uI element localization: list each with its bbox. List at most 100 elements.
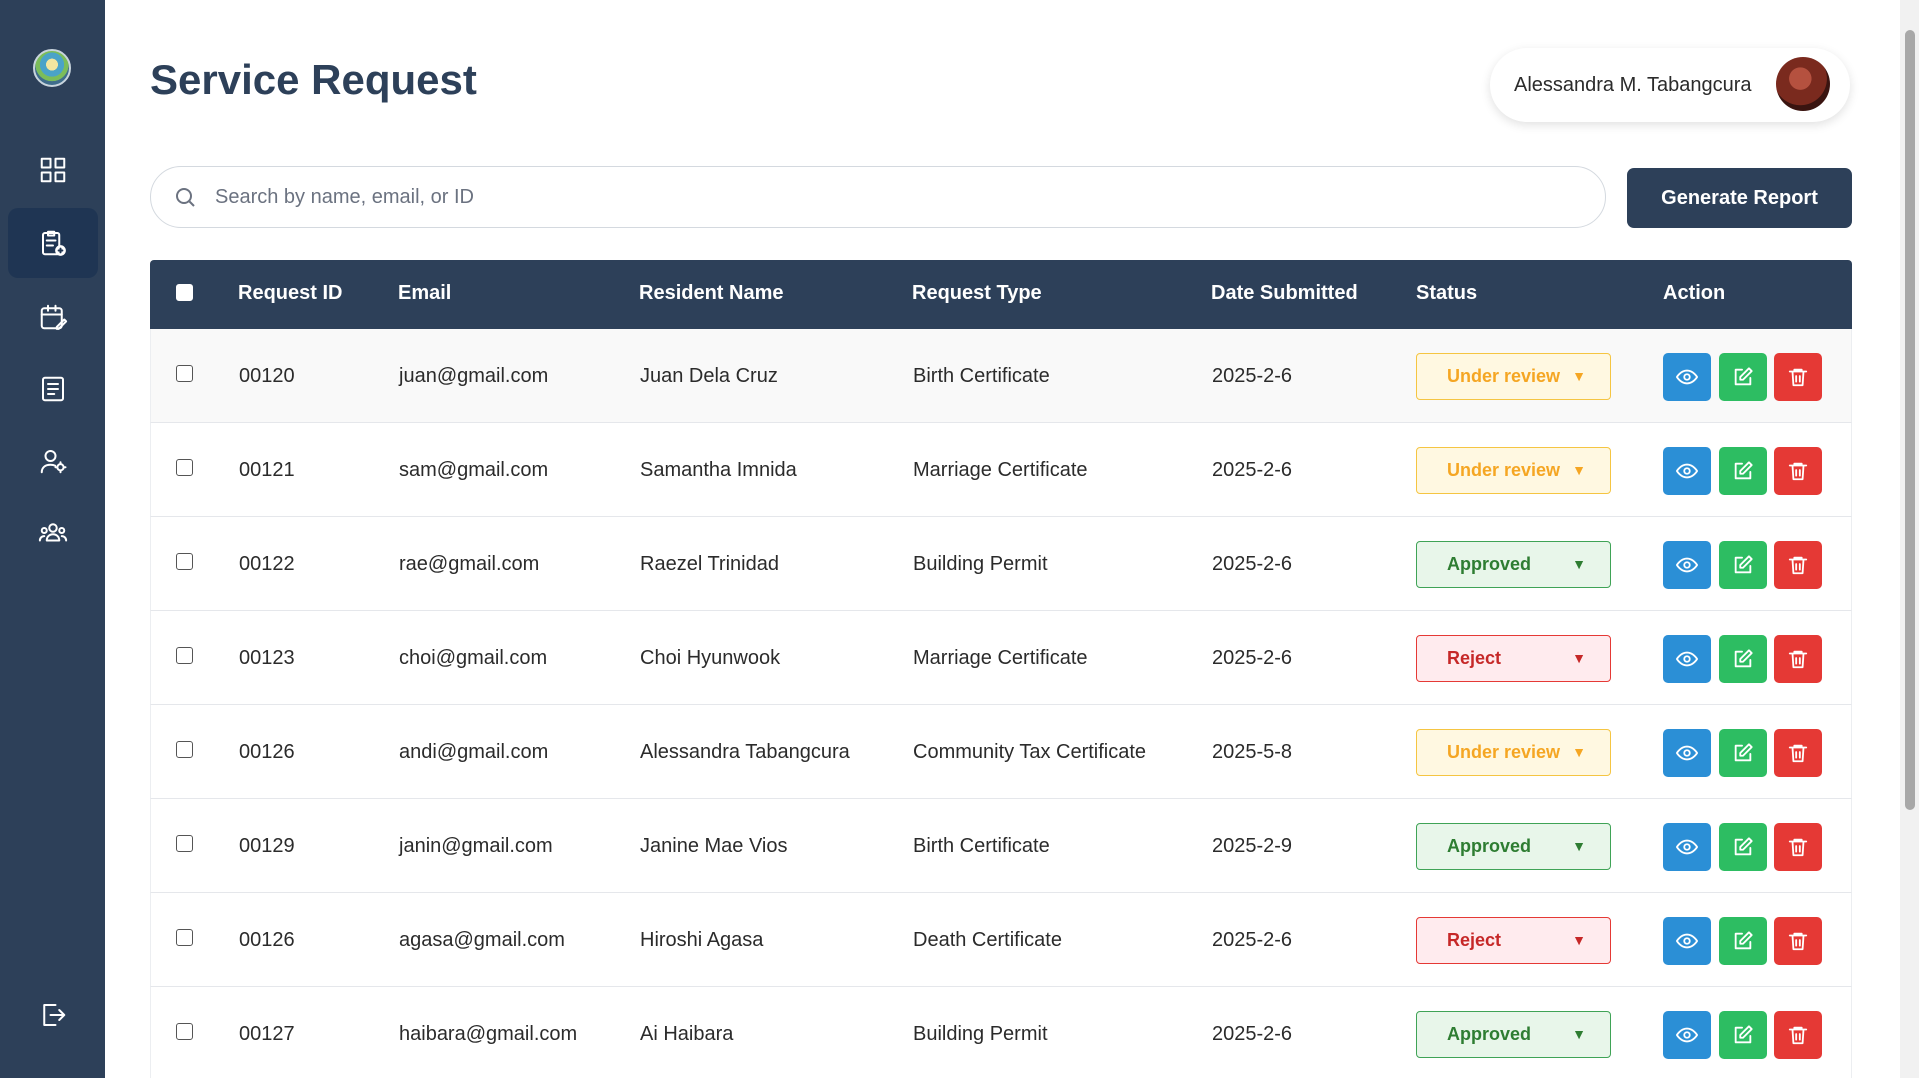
eye-icon bbox=[1676, 557, 1698, 573]
sidebar-item-records[interactable] bbox=[8, 354, 98, 424]
view-button[interactable] bbox=[1663, 353, 1711, 401]
sidebar-item-logout[interactable] bbox=[8, 980, 98, 1050]
date-submitted-cell: 2025-2-6 bbox=[1212, 1023, 1293, 1045]
edit-button[interactable] bbox=[1719, 635, 1767, 683]
table-row: 00121 sam@gmail.com Samantha Imnida Marriag… bbox=[150, 423, 1852, 517]
edit-button[interactable] bbox=[1719, 823, 1767, 871]
email-cell: janin@gmail.com bbox=[399, 835, 553, 857]
request-id-cell: 00127 bbox=[239, 1023, 295, 1045]
edit-button[interactable] bbox=[1719, 917, 1767, 965]
user-profile-card[interactable]: Alessandra M. Tabangcura bbox=[1490, 48, 1850, 122]
row-checkbox[interactable] bbox=[176, 647, 193, 664]
edit-icon bbox=[1734, 461, 1753, 480]
status-dropdown[interactable]: Under review ▼ bbox=[1416, 729, 1611, 776]
eye-icon bbox=[1676, 651, 1698, 667]
table-row: 00120 juan@gmail.com Juan Dela Cruz Birth C… bbox=[150, 329, 1852, 423]
header-request-type: Request Type bbox=[912, 282, 1042, 304]
avatar[interactable] bbox=[1776, 57, 1830, 111]
delete-button[interactable] bbox=[1774, 823, 1822, 871]
status-dropdown[interactable]: Approved ▼ bbox=[1416, 823, 1611, 870]
sidebar-item-user-management[interactable] bbox=[8, 426, 98, 496]
row-checkbox[interactable] bbox=[176, 1023, 193, 1040]
edit-icon bbox=[1734, 649, 1753, 668]
request-type-cell: Marriage Certificate bbox=[913, 647, 1088, 669]
date-submitted-cell: 2025-5-8 bbox=[1212, 741, 1293, 763]
sidebar-item-service-request[interactable] bbox=[8, 208, 98, 278]
eye-icon bbox=[1676, 839, 1698, 855]
delete-button[interactable] bbox=[1774, 541, 1822, 589]
delete-button[interactable] bbox=[1774, 917, 1822, 965]
request-type-cell: Building Permit bbox=[913, 553, 1048, 575]
sidebar-item-dashboard[interactable] bbox=[8, 135, 98, 205]
view-button[interactable] bbox=[1663, 1011, 1711, 1059]
status-label: Approved bbox=[1447, 554, 1532, 574]
date-submitted-cell: 2025-2-9 bbox=[1212, 835, 1293, 857]
status-label: Under review bbox=[1447, 460, 1561, 480]
caret-down-icon: ▼ bbox=[1572, 1026, 1586, 1042]
row-checkbox[interactable] bbox=[176, 365, 193, 382]
status-dropdown[interactable]: Reject ▼ bbox=[1416, 917, 1611, 964]
table-row: 00129 janin@gmail.com Janine Mae Vios Birth… bbox=[150, 799, 1852, 893]
caret-down-icon: ▼ bbox=[1572, 932, 1586, 948]
view-button[interactable] bbox=[1663, 823, 1711, 871]
table-row: 00123 choi@gmail.com Choi Hyunwook Marriage… bbox=[150, 611, 1852, 705]
row-checkbox[interactable] bbox=[176, 459, 193, 476]
row-checkbox[interactable] bbox=[176, 929, 193, 946]
row-checkbox[interactable] bbox=[176, 741, 193, 758]
status-dropdown[interactable]: Approved ▼ bbox=[1416, 541, 1611, 588]
sidebar-item-residents[interactable] bbox=[8, 498, 98, 568]
delete-button[interactable] bbox=[1774, 729, 1822, 777]
trash-icon bbox=[1788, 744, 1808, 763]
table-header: Request ID Email Resident Name Request T… bbox=[150, 260, 1852, 329]
resident-name-cell: Juan Dela Cruz bbox=[640, 365, 778, 387]
edit-button[interactable] bbox=[1719, 447, 1767, 495]
view-button[interactable] bbox=[1663, 917, 1711, 965]
status-dropdown[interactable]: Reject ▼ bbox=[1416, 635, 1611, 682]
edit-button[interactable] bbox=[1719, 729, 1767, 777]
view-button[interactable] bbox=[1663, 447, 1711, 495]
date-submitted-cell: 2025-2-6 bbox=[1212, 553, 1293, 575]
delete-button[interactable] bbox=[1774, 353, 1822, 401]
caret-down-icon: ▼ bbox=[1572, 650, 1586, 666]
delete-button[interactable] bbox=[1774, 635, 1822, 683]
table-row: 00126 andi@gmail.com Alessandra Tabangcura… bbox=[150, 705, 1852, 799]
request-type-cell: Marriage Certificate bbox=[913, 459, 1088, 481]
request-id-cell: 00126 bbox=[239, 741, 295, 763]
eye-icon bbox=[1676, 463, 1698, 479]
row-checkbox[interactable] bbox=[176, 835, 193, 852]
sidebar bbox=[0, 0, 105, 1078]
residents-group-icon bbox=[38, 523, 68, 542]
caret-down-icon: ▼ bbox=[1572, 744, 1586, 760]
view-button[interactable] bbox=[1663, 635, 1711, 683]
sidebar-item-schedule[interactable] bbox=[8, 282, 98, 352]
request-id-cell: 00123 bbox=[239, 647, 295, 669]
status-label: Approved bbox=[1447, 1024, 1532, 1044]
edit-button[interactable] bbox=[1719, 1011, 1767, 1059]
scrollbar[interactable] bbox=[1900, 0, 1919, 1078]
view-button[interactable] bbox=[1663, 541, 1711, 589]
status-dropdown[interactable]: Under review ▼ bbox=[1416, 353, 1611, 400]
caret-down-icon: ▼ bbox=[1572, 462, 1586, 478]
edit-button[interactable] bbox=[1719, 353, 1767, 401]
row-checkbox[interactable] bbox=[176, 553, 193, 570]
logout-icon bbox=[43, 1004, 66, 1026]
delete-button[interactable] bbox=[1774, 1011, 1822, 1059]
request-id-cell: 00129 bbox=[239, 835, 295, 857]
eye-icon bbox=[1676, 1027, 1698, 1043]
date-submitted-cell: 2025-2-6 bbox=[1212, 459, 1293, 481]
status-dropdown[interactable]: Under review ▼ bbox=[1416, 447, 1611, 494]
select-all-checkbox[interactable] bbox=[176, 284, 193, 301]
trash-icon bbox=[1788, 650, 1808, 669]
page-title: Service Request bbox=[150, 56, 477, 103]
edit-button[interactable] bbox=[1719, 541, 1767, 589]
eye-icon bbox=[1676, 369, 1698, 385]
status-label: Approved bbox=[1447, 836, 1532, 856]
delete-button[interactable] bbox=[1774, 447, 1822, 495]
status-dropdown[interactable]: Approved ▼ bbox=[1416, 1011, 1611, 1058]
search-input[interactable] bbox=[215, 185, 1575, 209]
view-button[interactable] bbox=[1663, 729, 1711, 777]
scrollbar-thumb[interactable] bbox=[1905, 30, 1915, 810]
resident-name-cell: Ai Haibara bbox=[640, 1023, 734, 1045]
email-cell: haibara@gmail.com bbox=[399, 1023, 578, 1045]
generate-report-button[interactable]: Generate Report bbox=[1627, 168, 1852, 228]
